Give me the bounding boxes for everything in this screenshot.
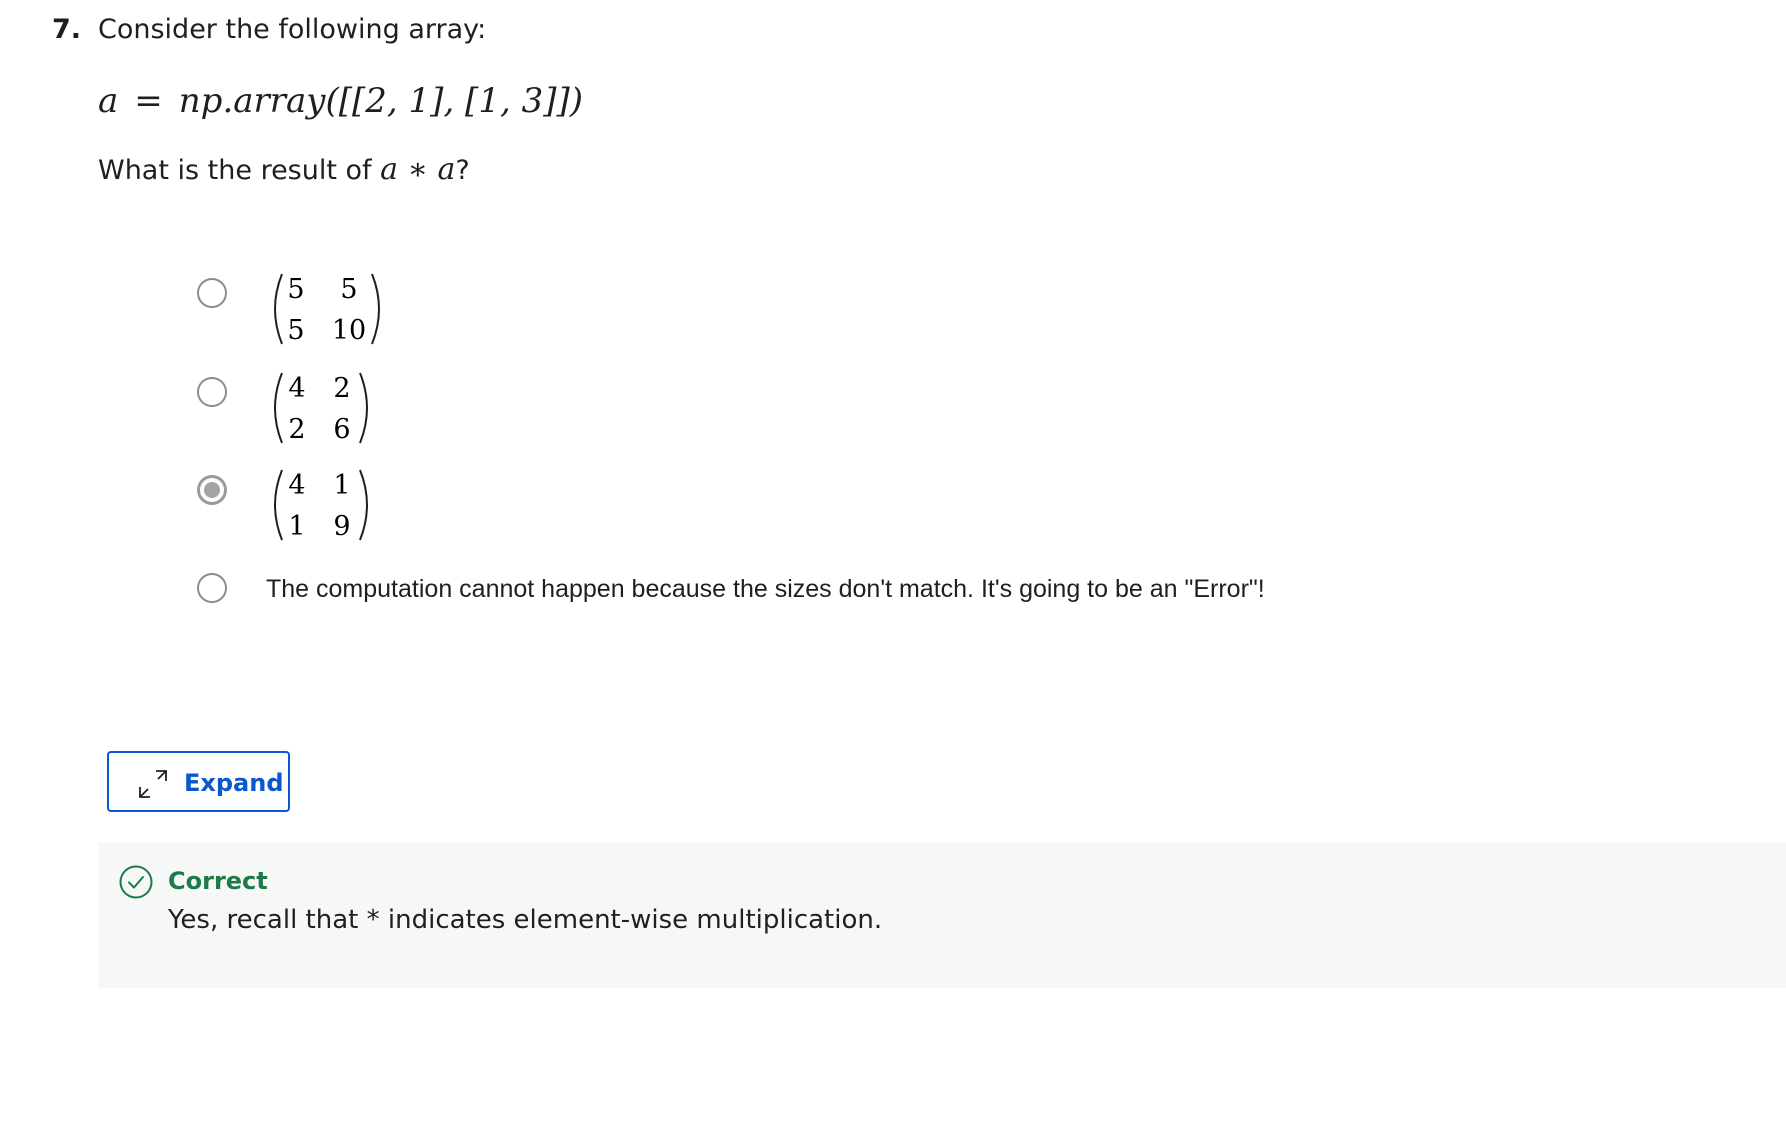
expand-arrows-icon	[139, 770, 167, 798]
feedback-message: Yes, recall that * indicates element-wis…	[168, 905, 883, 935]
matrix-cell: 1	[333, 470, 350, 501]
option-3-radio[interactable]	[197, 475, 227, 505]
matrix-cell: 6	[333, 414, 350, 445]
matrix-cell: 4	[288, 470, 305, 501]
option-4-label[interactable]: The computation cannot happen because th…	[266, 573, 1265, 605]
check-circle-icon	[119, 865, 153, 899]
option-1-matrix[interactable]: 5 5 5 10	[266, 268, 396, 350]
expand-button-label: Expand	[184, 769, 284, 797]
equation-lhs: a	[98, 81, 119, 121]
equation-equals: =	[134, 81, 163, 121]
matrix-cell: 5	[287, 274, 304, 305]
expand-button[interactable]: Expand	[107, 751, 290, 812]
matrix-cell: 2	[333, 373, 350, 404]
question-text: Consider the following array:	[98, 14, 487, 45]
matrix-cell: 5	[340, 274, 357, 305]
prompt-math: a ∗ a	[380, 152, 456, 187]
feedback-status: Correct	[168, 867, 268, 895]
option-2-matrix[interactable]: 4 2 2 6	[266, 367, 386, 449]
prompt-text: What is the result of	[98, 155, 381, 186]
option-2-radio[interactable]	[197, 377, 227, 407]
prompt-suffix: ?	[455, 155, 470, 186]
matrix-cell: 1	[288, 511, 305, 542]
radio-selected-dot	[204, 482, 220, 498]
matrix-cell: 10	[332, 315, 366, 346]
question-number: 7.	[52, 14, 82, 45]
option-3-matrix[interactable]: 4 1 1 9	[266, 464, 386, 546]
matrix-cell: 4	[288, 373, 305, 404]
matrix-cell: 5	[287, 315, 304, 346]
question-equation: a = np.array([[2, 1], [1, 3]])	[98, 80, 583, 122]
matrix-cell: 2	[288, 414, 305, 445]
feedback-panel: Correct Yes, recall that * indicates ele…	[98, 842, 1786, 988]
option-1-radio[interactable]	[197, 278, 227, 308]
matrix-cell: 9	[333, 511, 350, 542]
question-prompt: What is the result of a ∗ a?	[98, 153, 470, 188]
option-4-radio[interactable]	[197, 573, 227, 603]
equation-rhs: np.array([[2, 1], [1, 3]])	[178, 81, 583, 121]
